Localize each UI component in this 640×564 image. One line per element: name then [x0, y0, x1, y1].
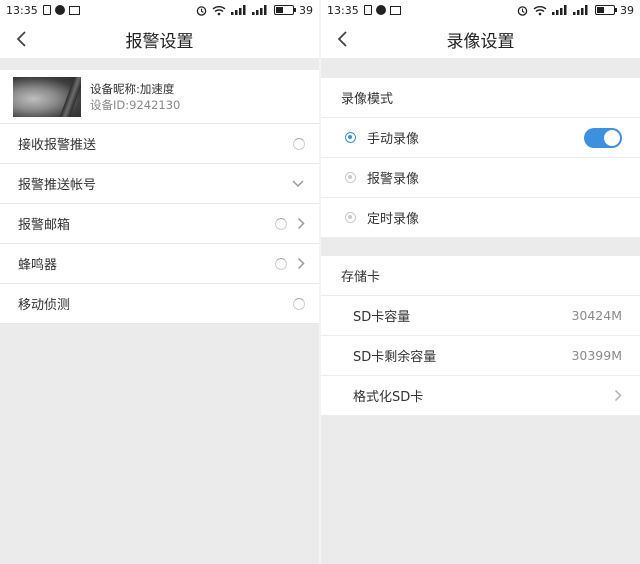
option-alarm-recording[interactable]: 报警录像	[321, 158, 640, 198]
row-buzzer[interactable]: 蜂鸣器	[0, 244, 319, 284]
option-manual-recording[interactable]: 手动录像	[321, 118, 640, 158]
image-icon	[68, 5, 80, 15]
row-receive-alarm-push[interactable]: 接收报警推送	[0, 124, 319, 164]
option-label: 手动录像	[367, 132, 420, 147]
radio-unselected-icon[interactable]	[345, 212, 356, 223]
title-bar: 报警设置	[0, 20, 319, 58]
sd-remaining-row: SD卡剩余容量 30399M	[321, 336, 640, 376]
signal-icon-2	[252, 5, 267, 15]
signal-icon-1	[552, 5, 567, 15]
sd-capacity-label: SD卡容量	[353, 310, 411, 325]
loading-spinner-icon	[275, 217, 287, 230]
section-gap	[321, 58, 640, 78]
device-nickname: 设备昵称:加速度	[90, 81, 175, 96]
row-label: 报警邮箱	[18, 218, 71, 233]
status-bar: 13:35 39	[321, 0, 640, 20]
chevron-right-icon	[614, 389, 622, 402]
back-arrow-icon[interactable]	[333, 29, 353, 49]
manual-recording-toggle[interactable]	[584, 127, 622, 148]
option-label: 报警录像	[367, 172, 420, 187]
row-label: 蜂鸣器	[18, 258, 58, 273]
app-comparison: 13:35 39 报警设置 设备昵称:加速度 设备ID:9242130 接收报警…	[0, 0, 640, 564]
format-sd-label: 格式化SD卡	[353, 390, 424, 405]
message-icon	[54, 5, 65, 15]
alarm-settings-screen: 13:35 39 报警设置 设备昵称:加速度 设备ID:9242130 接收报警…	[0, 0, 319, 564]
battery-indicator: 39	[595, 4, 634, 17]
sd-remaining-label: SD卡剩余容量	[353, 350, 437, 365]
row-alarm-push-account[interactable]: 报警推送帐号	[0, 164, 319, 204]
row-label: 移动侦测	[18, 298, 71, 313]
wifi-icon	[533, 5, 547, 15]
status-time: 13:35	[327, 3, 359, 17]
section-gap	[0, 58, 319, 70]
device-thumbnail	[13, 76, 81, 117]
signal-icon-2	[573, 5, 588, 15]
notification-icon	[42, 5, 51, 15]
page-title: 录像设置	[446, 31, 515, 52]
option-scheduled-recording[interactable]: 定时录像	[321, 198, 640, 238]
option-label: 定时录像	[367, 212, 420, 227]
battery-fill	[597, 7, 604, 13]
loading-spinner-icon	[293, 137, 305, 150]
chevron-down-icon	[292, 179, 304, 187]
message-icon	[375, 5, 386, 15]
page-title: 报警设置	[125, 31, 194, 52]
radio-selected-icon[interactable]	[345, 132, 356, 143]
battery-percent: 39	[620, 3, 634, 17]
battery-percent: 39	[299, 3, 313, 17]
loading-spinner-icon	[275, 257, 287, 270]
sd-remaining-value: 30399M	[571, 348, 622, 363]
format-sd-row[interactable]: 格式化SD卡	[321, 376, 640, 416]
storage-header: 存储卡	[321, 256, 640, 296]
device-card[interactable]: 设备昵称:加速度 设备ID:9242130	[0, 70, 319, 124]
row-alarm-email[interactable]: 报警邮箱	[0, 204, 319, 244]
wifi-icon	[212, 5, 226, 15]
status-time: 13:35	[6, 3, 38, 17]
row-label: 报警推送帐号	[18, 178, 97, 193]
record-mode-header: 录像模式	[321, 78, 640, 118]
battery-indicator: 39	[274, 4, 313, 17]
section-gap	[321, 238, 640, 256]
image-icon	[389, 5, 401, 15]
signal-icon-1	[231, 5, 246, 15]
sd-capacity-value: 30424M	[571, 308, 622, 323]
battery-fill	[276, 7, 283, 13]
recording-settings-screen: 13:35 39 录像设置 录像模式 手动录像 报警录像 定时录像 存储卡 SD…	[321, 0, 640, 564]
status-bar: 13:35 39	[0, 0, 319, 20]
back-arrow-icon[interactable]	[12, 29, 32, 49]
device-id: 设备ID:9242130	[90, 97, 181, 112]
notification-icon	[363, 5, 372, 15]
title-bar: 录像设置	[321, 20, 640, 58]
row-label: 接收报警推送	[18, 138, 97, 153]
loading-spinner-icon	[293, 297, 305, 310]
alarm-clock-icon	[517, 5, 528, 16]
row-motion-detection[interactable]: 移动侦测	[0, 284, 319, 324]
radio-unselected-icon[interactable]	[345, 172, 356, 183]
chevron-right-icon	[297, 257, 305, 270]
sd-capacity-row: SD卡容量 30424M	[321, 296, 640, 336]
alarm-clock-icon	[196, 5, 207, 16]
chevron-right-icon	[297, 217, 305, 230]
